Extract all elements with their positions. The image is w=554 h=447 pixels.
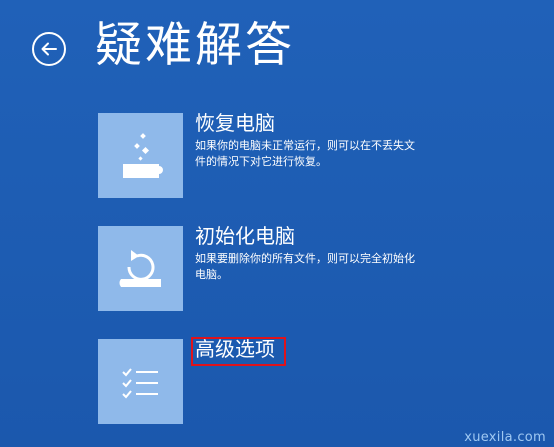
back-arrow-icon bbox=[41, 42, 57, 56]
option-tile bbox=[98, 113, 183, 198]
back-button[interactable] bbox=[32, 32, 66, 66]
page-title: 疑难解答 bbox=[95, 18, 295, 73]
option-title: 初始化电脑 bbox=[195, 224, 295, 248]
option-text: 初始化电脑 如果要删除你的所有文件，则可以完全初始化电脑。 bbox=[195, 222, 525, 283]
option-title: 高级选项 bbox=[195, 337, 275, 361]
option-text: 高级选项 bbox=[195, 335, 525, 363]
option-refresh-pc[interactable]: 恢复电脑 如果你的电脑未正常运行，则可以在不丢失文件的情况下对它进行恢复。 bbox=[98, 111, 538, 203]
checklist-icon bbox=[121, 367, 158, 398]
option-tile bbox=[98, 226, 183, 311]
reset-pc-icon bbox=[118, 249, 161, 287]
option-advanced-options[interactable]: 高级选项 bbox=[98, 337, 538, 429]
option-title: 恢复电脑 bbox=[195, 111, 275, 135]
option-description: 如果要删除你的所有文件，则可以完全初始化电脑。 bbox=[195, 252, 415, 281]
option-description: 如果你的电脑未正常运行，则可以在不丢失文件的情况下对它进行恢复。 bbox=[195, 139, 415, 168]
option-text: 恢复电脑 如果你的电脑未正常运行，则可以在不丢失文件的情况下对它进行恢复。 bbox=[195, 109, 525, 170]
troubleshoot-screen: 疑难解答 恢复电脑 如果你的电脑未正常运行，则可以在不丢失文件的情况下对它进行恢… bbox=[0, 0, 554, 447]
option-reset-pc[interactable]: 初始化电脑 如果要删除你的所有文件，则可以完全初始化电脑。 bbox=[98, 224, 538, 316]
watermark: xuexila.com bbox=[464, 430, 546, 445]
refresh-pc-icon bbox=[122, 132, 163, 178]
option-tile bbox=[98, 339, 183, 424]
